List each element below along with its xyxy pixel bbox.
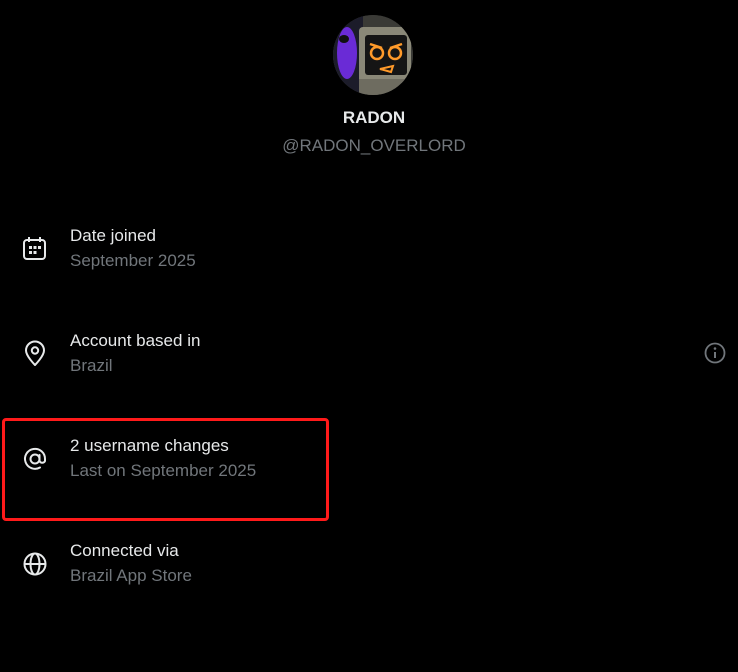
profile-display-name: RADON — [342, 108, 406, 127]
connected-via-title: Connected via — [70, 541, 179, 560]
avatar-image — [333, 15, 413, 95]
connected-via-row: Connected via Brazil App Store — [0, 541, 738, 611]
date-joined-row: Date joined September 2025 — [0, 226, 738, 296]
account-based-in-value: Brazil — [70, 356, 113, 375]
account-based-in-title: Account based in — [70, 331, 201, 350]
avatar[interactable] — [333, 15, 413, 95]
globe-icon — [20, 549, 50, 579]
calendar-icon — [20, 234, 50, 264]
connected-via-value: Brazil App Store — [70, 566, 192, 585]
date-joined-title: Date joined — [70, 226, 157, 245]
date-joined-value: September 2025 — [70, 251, 196, 270]
info-icon[interactable] — [703, 341, 727, 365]
location-pin-icon — [20, 339, 50, 369]
account-based-in-row: Account based in Brazil — [0, 331, 738, 401]
highlight-box — [2, 418, 329, 521]
profile-handle: @RADON_OVERLORD — [282, 136, 466, 155]
